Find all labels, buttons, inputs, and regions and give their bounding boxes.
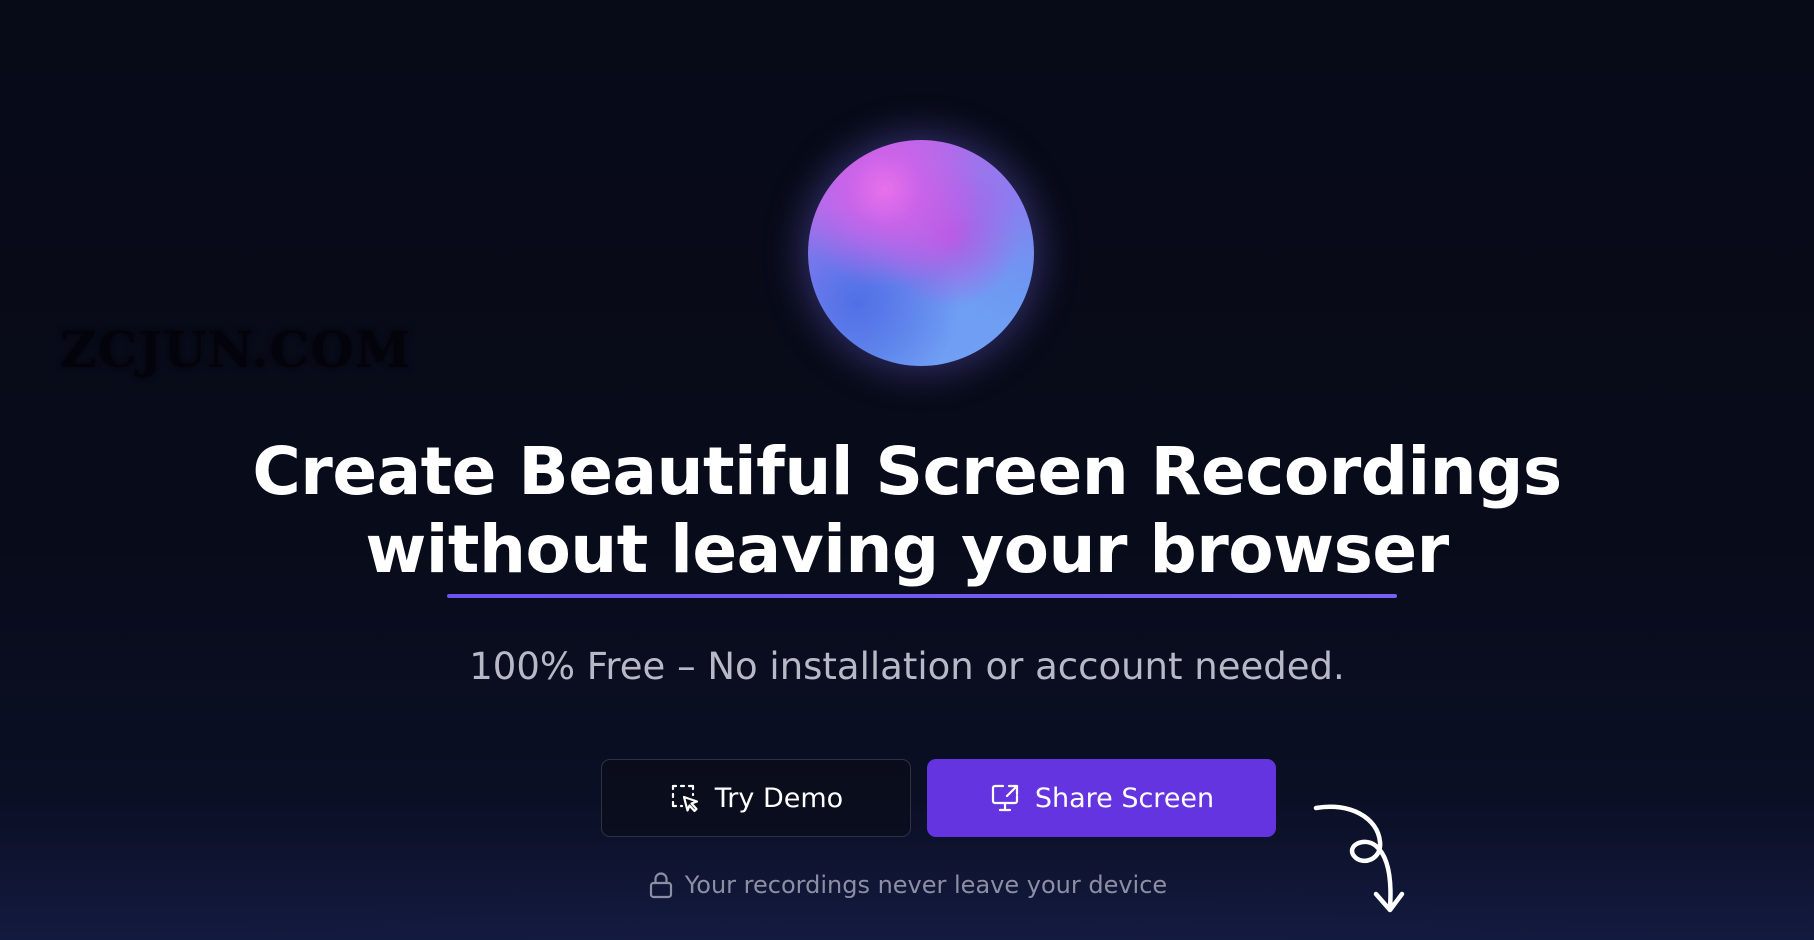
hero-orb [808, 140, 1034, 366]
screen-share-icon [989, 782, 1021, 814]
headline-line-2: without leaving your browser [365, 511, 1449, 588]
watermark: ZCJUN.COM [60, 320, 412, 379]
try-demo-label: Try Demo [714, 782, 844, 814]
landing-page: { "watermark": { "text": "ZCJUN.COM" }, … [0, 0, 1814, 940]
lock-icon [647, 870, 675, 900]
try-demo-button[interactable]: Try Demo [601, 759, 911, 837]
share-screen-label: Share Screen [1034, 782, 1215, 814]
curly-arrow-down-icon [1313, 804, 1405, 913]
dashed-select-cursor-icon [669, 782, 701, 814]
headline-line-1: Create Beautiful Screen Recordings [252, 433, 1562, 510]
privacy-note-text: Your recordings never leave your device [684, 871, 1168, 899]
privacy-note: Your recordings never leave your device [0, 870, 1814, 900]
share-screen-button[interactable]: Share Screen [927, 759, 1276, 837]
subtitle: 100% Free – No installation or account n… [469, 645, 1345, 688]
headline-underline [447, 594, 1397, 598]
